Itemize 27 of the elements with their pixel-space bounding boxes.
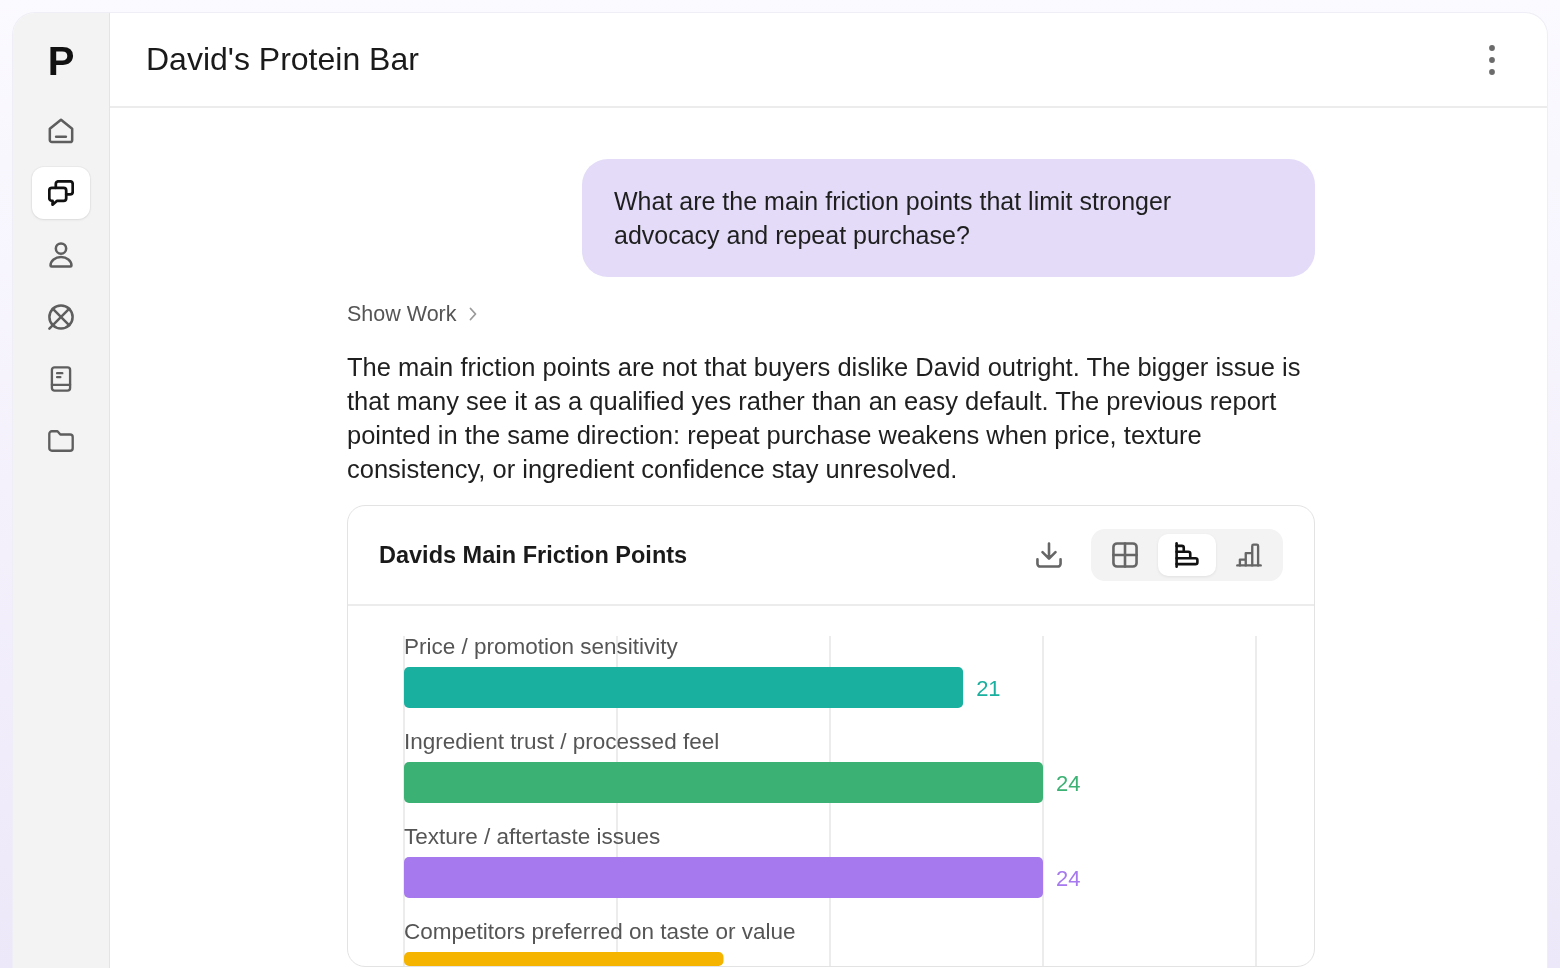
bar-category-label: Competitors preferred on taste or value: [404, 918, 796, 944]
bar-value-label: 21: [976, 676, 1001, 701]
chart-title: Davids Main Friction Points: [379, 541, 689, 569]
bar-category-label: Ingredient trust / processed feel: [404, 728, 720, 754]
page-title: David's Protein Bar: [146, 41, 419, 78]
more-menu-icon[interactable]: [1489, 44, 1495, 75]
vertical-bars-icon: [1236, 542, 1262, 568]
home-icon: [48, 118, 74, 144]
user-message-bubble: What are the main friction points that limit stronger advocacy and repeat purchase?: [582, 159, 1315, 277]
show-work-button[interactable]: Show Work: [347, 302, 477, 326]
horizontal-bars-icon: [1174, 542, 1200, 568]
bar-category-label: Price / promotion sensitivity: [404, 633, 678, 659]
bar-value-label: 24: [1056, 771, 1081, 796]
bar-category-label: Texture / aftertaste issues: [404, 823, 661, 849]
bar-value-label: 24: [1056, 866, 1081, 891]
answer-text: The main friction points are not that buyers dislike David outright. The bigger issue is that many see it as a qualified yes rather than an easy default. The previous report pointed in the same direction: repeat purchase weakens when price, texture consistency, or ingredient confidence stay unresolved.: [347, 352, 1302, 485]
download-icon[interactable]: [1036, 542, 1062, 568]
book-icon: [48, 366, 74, 392]
chat-bubbles-icon: [48, 180, 74, 206]
brand-logo: P: [47, 41, 75, 81]
table-grid-icon: [1112, 542, 1138, 568]
chevron-right-icon: [468, 307, 477, 321]
view-toggle-button[interactable]: [1158, 534, 1216, 576]
crossed-circle-icon: [48, 304, 74, 330]
nav-button[interactable]: [32, 167, 90, 219]
person-icon: [48, 242, 74, 268]
folder-icon: [48, 428, 74, 454]
